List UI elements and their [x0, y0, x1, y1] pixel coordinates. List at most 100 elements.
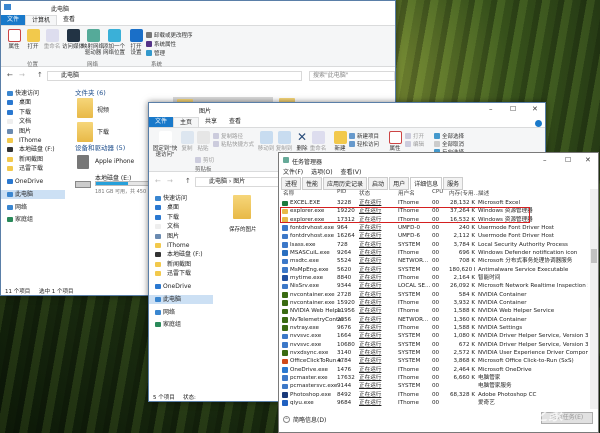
nav-item-3[interactable]: 文档 — [149, 222, 213, 231]
delete-button[interactable]: ✕ 删除 — [294, 131, 310, 153]
paste-shortcut-button[interactable]: 粘贴快捷方式 — [213, 140, 254, 148]
forward-button[interactable]: → — [19, 71, 25, 79]
copy-button[interactable]: 复制 — [179, 131, 195, 152]
table-row[interactable]: lsass.exe 728 正在运行 SYSTEM 00 3,784 K Local Sec… — [279, 241, 589, 249]
system-properties-button[interactable]: 系统属性 — [146, 40, 176, 48]
close-button[interactable]: ✕ — [532, 105, 538, 113]
table-row[interactable]: NisSrv.exe 9344 正在运行 LOCAL SE... 00 26,092 KM… — [279, 282, 589, 290]
minimize-button[interactable]: – — [489, 105, 493, 113]
nav-item-2[interactable]: 下载 — [149, 213, 213, 222]
nav-item-0[interactable]: 快速访问 — [1, 89, 65, 98]
maximize-button[interactable]: ☐ — [510, 105, 516, 113]
new-folder-button[interactable]: 新建 — [332, 131, 348, 152]
nav-item-10[interactable]: 此电脑 — [149, 295, 213, 304]
tab-home[interactable]: 主页 — [173, 117, 200, 127]
nav-item-5[interactable]: IThome — [149, 241, 213, 250]
nav-item-1[interactable]: 桌面 — [1, 98, 65, 107]
paste-button[interactable]: 粘贴 — [195, 131, 211, 152]
tab-file[interactable]: 文件 — [149, 117, 174, 127]
close-button[interactable]: ✕ — [585, 156, 591, 164]
nav-item-12[interactable]: 家庭组 — [1, 215, 65, 224]
column-header-6[interactable]: 描述 — [478, 189, 489, 197]
open-button[interactable]: 打开 — [23, 29, 43, 50]
table-row[interactable]: nvvsvc.exe 1664 正在运行 SYSTEM 00 1,080 K NVIDIA … — [279, 332, 589, 340]
up-button[interactable]: ↑ — [37, 71, 43, 79]
table-row[interactable]: OfficeClickToRun.e... 4784 正在运行 SYSTEM 00 3,8… — [279, 357, 589, 365]
nav-item-12[interactable]: 家庭组 — [149, 320, 213, 329]
table-row[interactable]: NvTelemetryContai... 2056 正在运行 NETWOR... 00 1… — [279, 316, 589, 324]
table-row[interactable]: fontdrvhost.exe 16264 正在运行 UMFD-6 00 2,112 KU… — [279, 232, 589, 240]
menu-view[interactable]: 查看(V) — [341, 167, 362, 176]
forward-button[interactable]: → — [167, 177, 173, 185]
device-iphone[interactable]: Apple iPhone — [75, 153, 145, 171]
drive-e[interactable]: 本地磁盘 (E:) 181 GB 可用，共 450 GB — [75, 173, 155, 199]
folder-saved-pictures[interactable]: 保存的图片 — [223, 193, 263, 237]
breadcrumb-this-pc[interactable]: 此电脑 — [199, 178, 227, 185]
maximize-button[interactable]: ☐ — [565, 156, 571, 164]
column-header-1[interactable]: PID — [337, 189, 346, 195]
column-header-0[interactable]: 名称 — [283, 189, 294, 197]
scrollbar[interactable] — [590, 189, 598, 409]
nav-item-0[interactable]: 快速访问 — [149, 194, 213, 203]
table-row[interactable]: nvtray.exe 9676 正在运行 IThome 00 1,588 K NVIDIA … — [279, 324, 589, 332]
menu-options[interactable]: 选项(O) — [311, 167, 332, 176]
tab-share[interactable]: 共享 — [199, 117, 223, 127]
table-row[interactable]: mytime.exe 8840 正在运行 IThome 00 2,164 K 智能时间 — [279, 274, 589, 282]
nav-item-6[interactable]: 本地磁盘 (F:) — [1, 145, 65, 154]
table-row[interactable]: nvcontainer.exe 15920 正在运行 IThome 00 3,932 KN… — [279, 299, 589, 307]
menu-file[interactable]: 文件(F) — [283, 167, 303, 176]
easy-access-button[interactable]: 轻松访问 — [349, 140, 379, 148]
nav-item-5[interactable]: IThome — [1, 136, 65, 145]
table-row[interactable]: pcmastersvc.exe 9144 正在运行 SYSTEM 00 电脑管家服务 — [279, 382, 589, 390]
tab-view[interactable]: 查看 — [57, 15, 81, 25]
folders-header[interactable]: 文件夹 (6) — [75, 87, 106, 97]
copy-path-button[interactable]: 复制路径 — [213, 132, 243, 140]
nav-item-11[interactable]: 网络 — [1, 203, 65, 212]
nav-item-7[interactable]: 新闻截图 — [1, 155, 65, 164]
table-row[interactable]: OneDrive.exe 1476 正在运行 IThome 00 2,464 K Micro… — [279, 366, 589, 374]
properties-button[interactable]: 属性 — [387, 131, 403, 152]
nav-item-9[interactable]: OneDrive — [1, 177, 65, 186]
column-header-3[interactable]: 用户名 — [398, 189, 415, 197]
nav-item-3[interactable]: 文档 — [1, 117, 65, 126]
column-header-2[interactable]: 状态 — [359, 189, 370, 197]
properties-button[interactable]: 属性 — [4, 29, 24, 50]
table-row[interactable]: fontdrvhost.exe 964 正在运行 UMFD-0 00 240 K Userm… — [279, 224, 589, 232]
nav-item-4[interactable]: 图片 — [1, 127, 65, 136]
search-input[interactable]: 搜索"此电脑" — [309, 71, 395, 81]
table-row[interactable]: msdtc.exe 5524 正在运行 NETWOR... 00 708 K Microso… — [279, 257, 589, 265]
breadcrumb-pictures[interactable]: 图片 — [233, 178, 245, 185]
table-row[interactable]: MsMpEng.exe 5620 正在运行 SYSTEM 00 180,620 K Anti… — [279, 266, 589, 274]
table-row[interactable]: nvvsvc.exe 10680 正在运行 SYSTEM 00 672 K NVIDIA D… — [279, 341, 589, 349]
devices-header[interactable]: 设备和驱动器 (5) — [75, 142, 125, 152]
back-button[interactable]: ← — [7, 71, 13, 79]
select-none-button[interactable]: 全部取消 — [434, 140, 464, 148]
table-row[interactable]: nvxdsync.exe 3140 正在运行 SYSTEM 00 2,572 K NVIDI… — [279, 349, 589, 357]
new-item-button[interactable]: 新建项目 — [349, 132, 379, 140]
rename-button[interactable]: 重命名 — [309, 131, 327, 152]
manage-button[interactable]: 管理 — [146, 49, 165, 57]
add-network-location-button[interactable]: 添加一个网络位置 — [101, 29, 127, 56]
table-row[interactable]: NVIDIA Web Helpe... 11956 正在运行 IThome 00 1,58… — [279, 307, 589, 315]
nav-item-9[interactable]: OneDrive — [149, 282, 213, 291]
open-button[interactable]: 打开 — [405, 132, 424, 140]
move-to-button[interactable]: 移动到 — [257, 131, 275, 152]
edit-button[interactable]: 编辑 — [405, 140, 424, 148]
address-bar[interactable]: 此电脑 — [47, 71, 302, 81]
nav-item-10[interactable]: 此电脑 — [1, 190, 65, 199]
table-row[interactable]: Photoshop.exe 8492 正在运行 IThome 00 68,328 K Ado… — [279, 391, 589, 399]
nav-item-8[interactable]: 迅雷下载 — [1, 164, 65, 173]
column-header-5[interactable]: 内存(专用... — [449, 189, 479, 197]
back-button[interactable]: ← — [155, 177, 161, 185]
tab-view[interactable]: 查看 — [223, 117, 247, 127]
scrollbar-thumb[interactable] — [591, 249, 597, 263]
nav-item-4[interactable]: 图片 — [149, 232, 213, 241]
table-row[interactable]: MSASCuiL.exe 9264 正在运行 IThome 00 696 K Windows… — [279, 249, 589, 257]
pin-quick-access-button[interactable]: 固定到"快速访问" — [151, 131, 179, 158]
minimize-button[interactable]: – — [543, 156, 547, 164]
help-icon[interactable] — [535, 120, 542, 127]
open-settings-button[interactable]: 打开设置 — [128, 29, 144, 56]
copy-to-button[interactable]: 复制到 — [275, 131, 293, 152]
column-header-4[interactable]: CPU — [432, 189, 443, 195]
rename-button[interactable]: 重命名 — [41, 29, 63, 50]
